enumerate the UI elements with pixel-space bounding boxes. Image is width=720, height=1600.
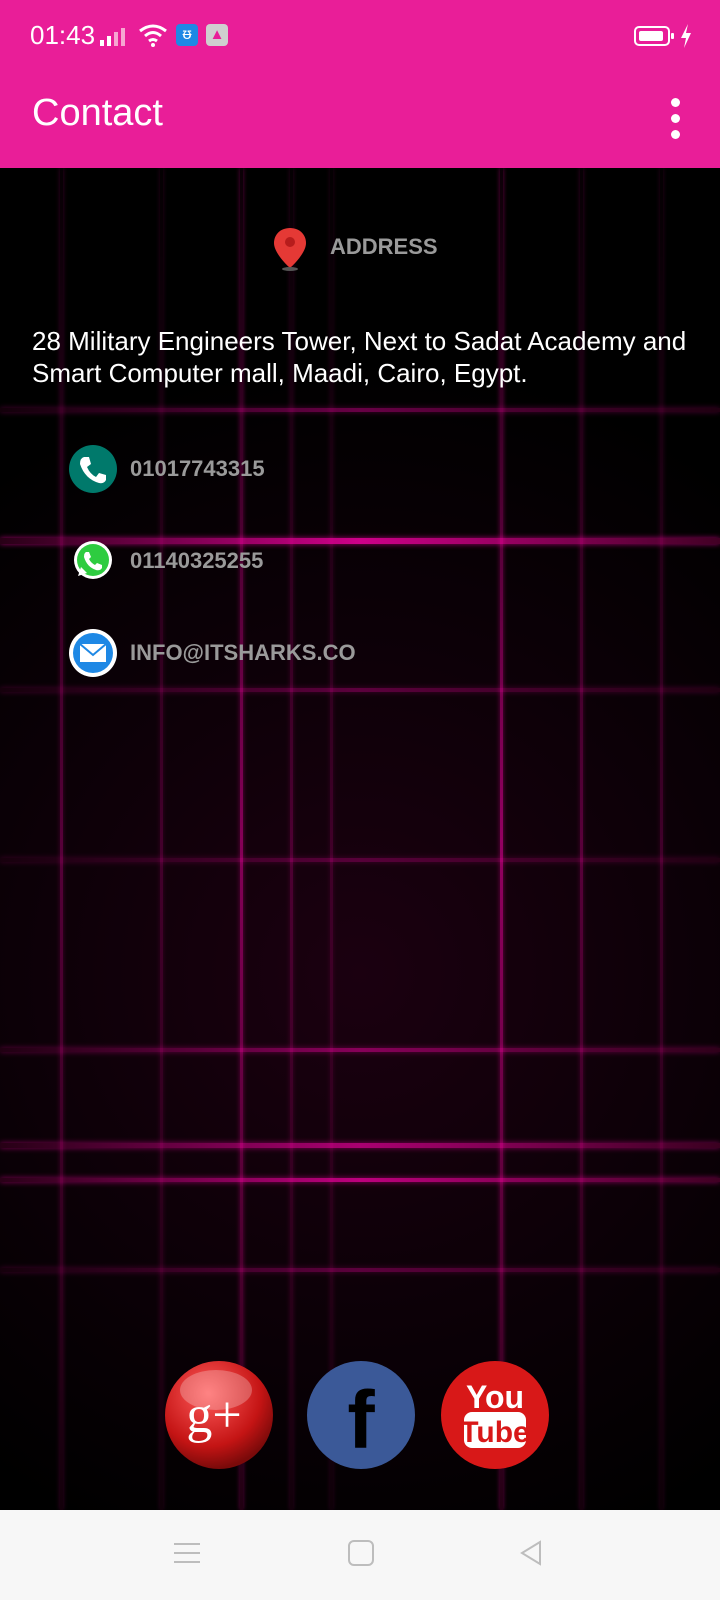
whatsapp-number: 01140325255 bbox=[130, 548, 264, 573]
whatsapp-icon bbox=[74, 541, 112, 579]
phone-number: 01017743315 bbox=[130, 456, 265, 481]
map-pin-icon bbox=[274, 228, 306, 271]
address-text: 28 Military Engineers Tower, Next to Sad… bbox=[32, 326, 687, 388]
usb-icon: ᵿ bbox=[176, 24, 198, 46]
navigation-bar bbox=[0, 1510, 720, 1600]
google-plus-label: g+ bbox=[186, 1387, 241, 1444]
page-title: Contact bbox=[32, 92, 163, 134]
app-bar: Contact bbox=[0, 72, 720, 168]
youtube-label-you: You bbox=[466, 1379, 524, 1415]
home-icon[interactable] bbox=[348, 1540, 374, 1566]
phone-row[interactable]: 01017743315 bbox=[68, 444, 468, 494]
status-time: 01:43 bbox=[30, 20, 96, 50]
status-bar: 01:43 ᵿ ▲ bbox=[0, 0, 720, 72]
signal-icon bbox=[100, 28, 125, 46]
wifi-icon bbox=[139, 24, 167, 47]
google-plus-icon[interactable]: g+ bbox=[164, 1360, 274, 1470]
menu-icon[interactable] bbox=[172, 1540, 202, 1566]
whatsapp-row[interactable]: 01140325255 bbox=[68, 536, 468, 586]
youtube-icon[interactable]: You Tube bbox=[440, 1360, 550, 1470]
youtube-label-tube: Tube bbox=[460, 1416, 529, 1449]
more-vert-icon[interactable] bbox=[656, 94, 696, 144]
email-row[interactable]: INFO@ITSHARKS.CO bbox=[68, 628, 468, 678]
facebook-icon[interactable]: f bbox=[306, 1360, 416, 1470]
charging-icon bbox=[681, 24, 691, 48]
email-icon bbox=[69, 629, 117, 677]
data-transfer-icon: ▲ bbox=[206, 24, 228, 46]
address-label: ADDRESS bbox=[330, 234, 438, 259]
back-icon[interactable] bbox=[516, 1538, 546, 1568]
facebook-label: f bbox=[347, 1375, 375, 1466]
phone-icon bbox=[69, 445, 117, 493]
battery-icon bbox=[634, 26, 674, 46]
email-address: INFO@ITSHARKS.CO bbox=[130, 640, 356, 665]
